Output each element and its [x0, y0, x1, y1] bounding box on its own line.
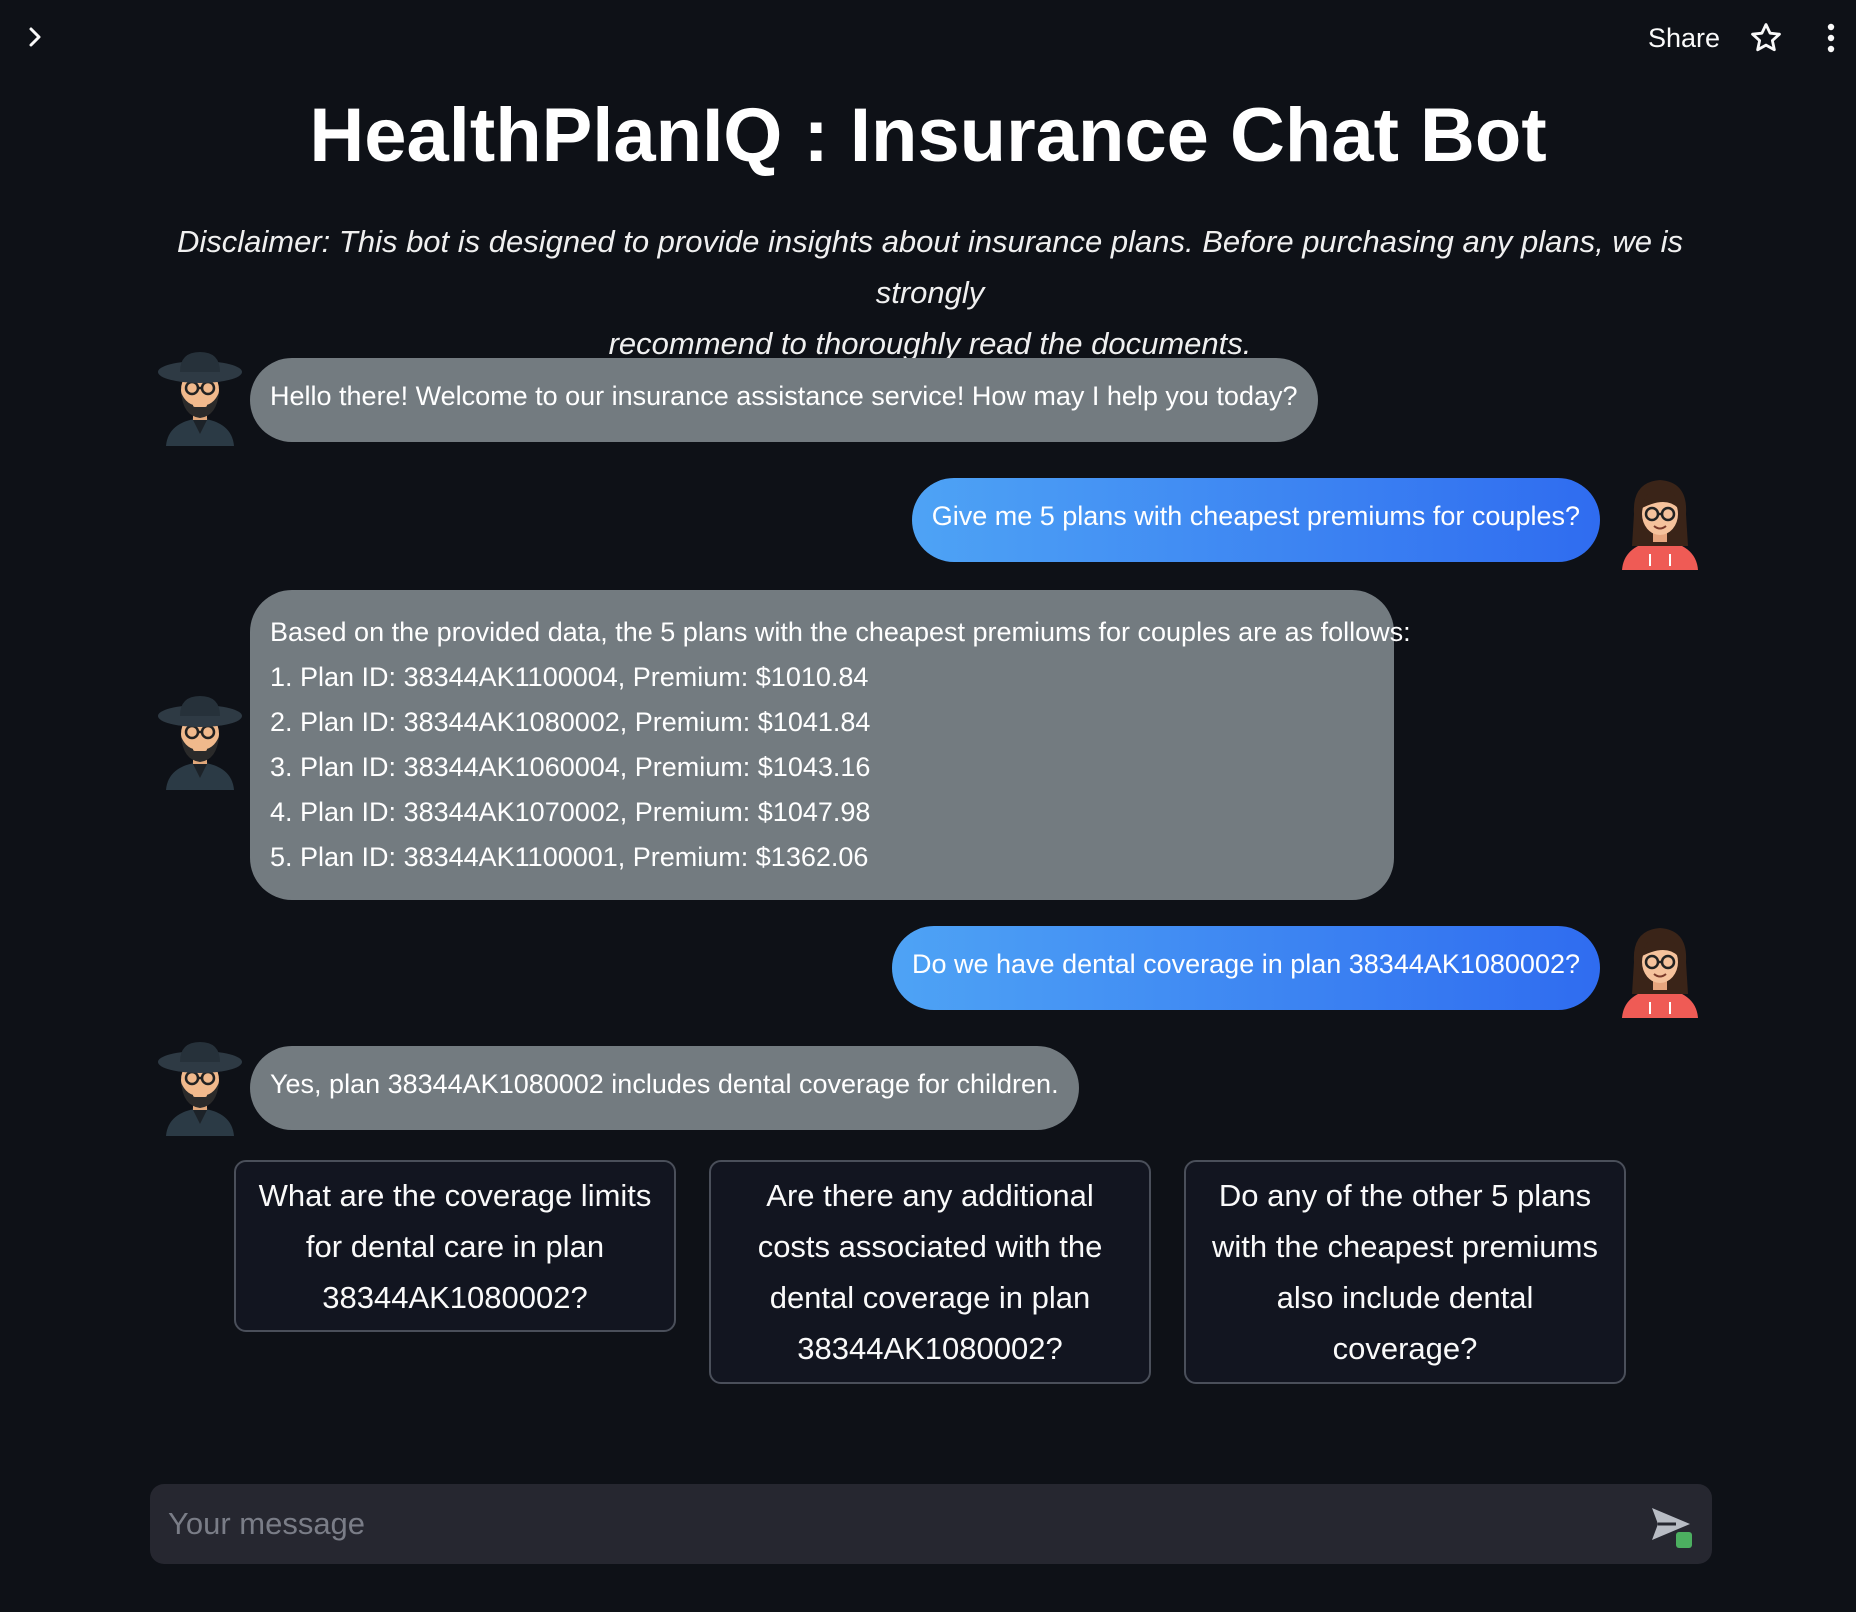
bot-avatar	[156, 350, 244, 448]
suggestion-line: Do any of the other 5 plans	[1218, 1178, 1592, 1213]
sidebar-expand-button[interactable]	[18, 20, 52, 54]
suggestion-line: also include dental	[1276, 1280, 1534, 1315]
plan-list-item: 3. Plan ID: 38344AK1060004, Premium: $10…	[270, 752, 871, 782]
user-message: Give me 5 plans with cheapest premiums f…	[911, 478, 1600, 562]
top-bar: Share	[0, 0, 1856, 80]
disclaimer-text: Disclaimer: This bot is designed to prov…	[150, 216, 1710, 369]
suggestion-text: Do any of the other 5 plans with the che…	[1212, 1170, 1598, 1374]
bot-message: Based on the provided data, the 5 plans …	[250, 590, 1411, 900]
plan-list-item: 4. Plan ID: 38344AK1070002, Premium: $10…	[270, 797, 871, 827]
disclaimer-line: Disclaimer: This bot is designed to prov…	[176, 224, 1684, 310]
suggestion-text: What are the coverage limits for dental …	[259, 1170, 652, 1323]
suggestion-line: 38344AK1080002?	[797, 1331, 1063, 1366]
suggestion-line: costs associated with the	[757, 1229, 1103, 1264]
suggestion-line: coverage?	[1332, 1331, 1478, 1366]
suggestion-button[interactable]: Are there any additional costs associate…	[709, 1160, 1151, 1384]
message-text: Hello there! Welcome to our insurance as…	[270, 381, 1298, 411]
chevron-right-icon	[29, 27, 41, 47]
suggestion-line: 38344AK1080002?	[322, 1279, 588, 1315]
main-menu-button[interactable]	[1816, 18, 1846, 58]
message-text: Yes, plan 38344AK1080002 includes dental…	[270, 1069, 1059, 1099]
user-avatar	[1616, 474, 1704, 572]
bot-message: Yes, plan 38344AK1080002 includes dental…	[250, 1046, 1079, 1130]
star-icon	[1751, 23, 1781, 52]
suggestion-text: Are there any additional costs associate…	[758, 1170, 1103, 1374]
suggestion-button[interactable]: Do any of the other 5 plans with the che…	[1184, 1160, 1626, 1384]
plan-list-item: 5. Plan ID: 38344AK1100001, Premium: $13…	[270, 842, 869, 872]
page-title: HealthPlanIQ : Insurance Chat Bot	[309, 93, 1547, 178]
user-avatar	[1616, 922, 1704, 1020]
share-button[interactable]: Share	[1640, 18, 1728, 58]
message-text: Based on the provided data, the 5 plans …	[270, 617, 1411, 647]
bot-message: Hello there! Welcome to our insurance as…	[250, 358, 1318, 442]
suggestion-line: What are the coverage limits	[258, 1177, 652, 1213]
more-vertical-icon	[1827, 23, 1835, 53]
plan-list-item: 1. Plan ID: 38344AK1100004, Premium: $10…	[270, 662, 869, 692]
suggestion-button[interactable]: What are the coverage limits for dental …	[234, 1160, 676, 1332]
star-button[interactable]	[1746, 18, 1786, 58]
message-text: Give me 5 plans with cheapest premiums f…	[931, 501, 1580, 531]
suggestion-line: dental coverage in plan	[769, 1280, 1091, 1315]
suggestion-line: with the cheapest premiums	[1212, 1229, 1598, 1264]
app-page: Share HealthPlanIQ : Insurance Chat Bot …	[0, 0, 1856, 1612]
send-icon	[1652, 1508, 1692, 1548]
message-text: Do we have dental coverage in plan 38344…	[911, 949, 1580, 979]
bot-avatar	[156, 1040, 244, 1138]
suggestion-line: Are there any additional	[766, 1178, 1094, 1213]
chat-message-input[interactable]	[168, 1484, 1608, 1564]
chat-input-container	[150, 1484, 1712, 1564]
disclaimer-line: recommend to thoroughly read the documen…	[608, 326, 1252, 361]
send-button[interactable]	[1650, 1504, 1694, 1548]
bot-avatar	[156, 694, 244, 792]
suggestion-line: for dental care in plan	[305, 1228, 605, 1264]
user-message: Do we have dental coverage in plan 38344…	[891, 926, 1600, 1010]
plan-list-item: 2. Plan ID: 38344AK1080002, Premium: $10…	[270, 707, 871, 737]
